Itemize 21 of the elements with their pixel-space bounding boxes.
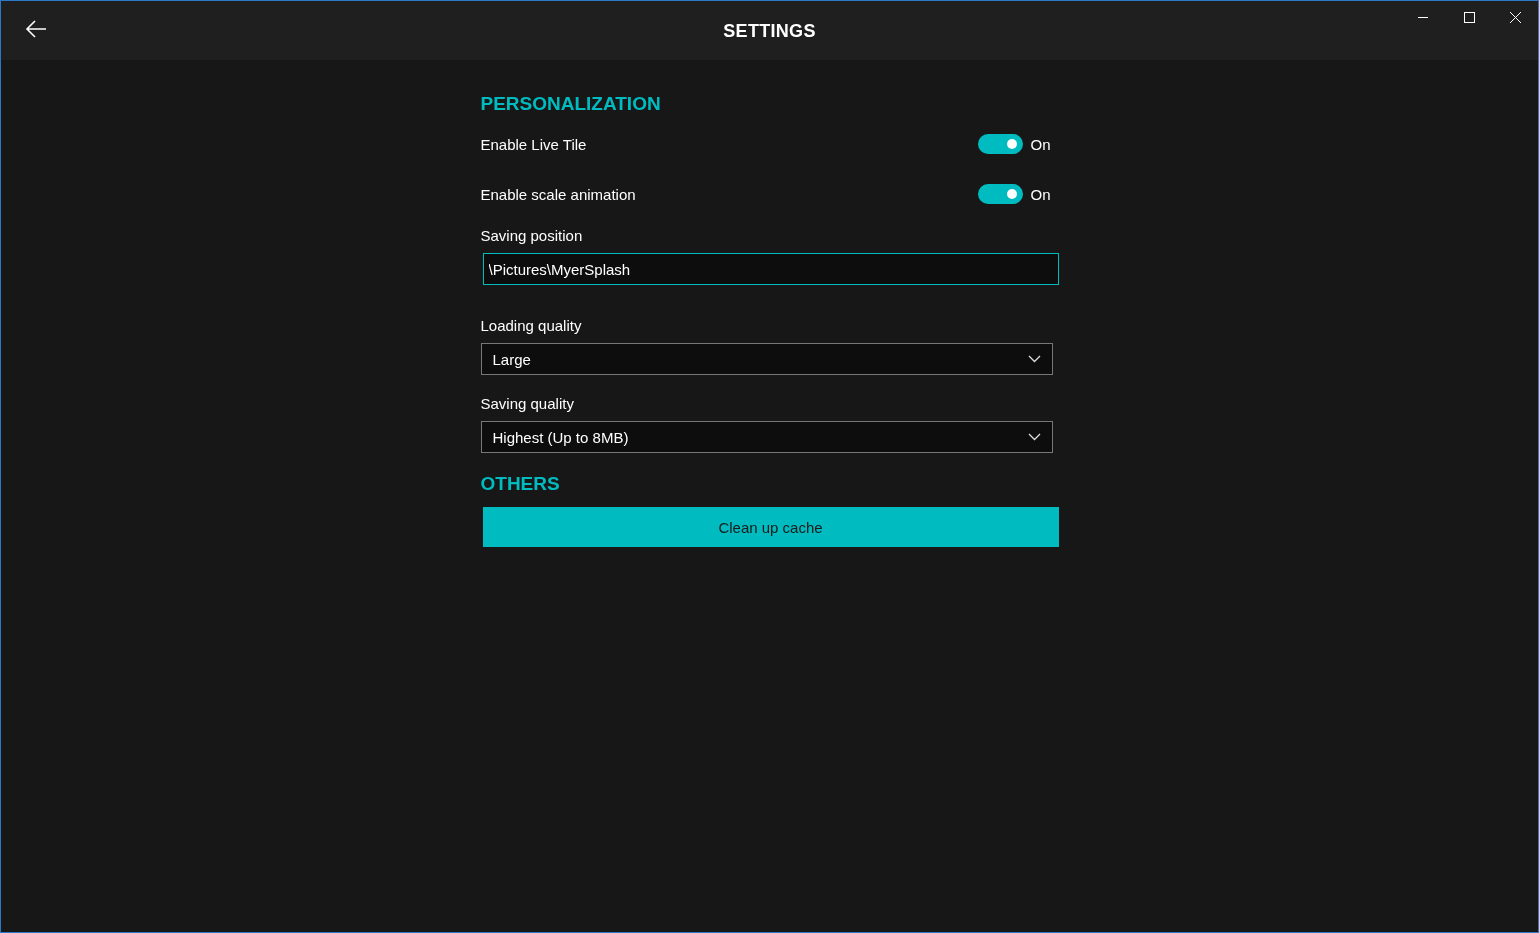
chevron-down-icon <box>1027 355 1041 363</box>
section-heading: PERSONALIZATION <box>480 93 662 116</box>
field-label: Saving quality <box>480 395 575 414</box>
close-icon <box>1509 11 1521 23</box>
window-title: SETTINGS <box>723 21 816 42</box>
maximize-icon <box>1463 11 1475 23</box>
back-arrow-icon <box>25 19 47 38</box>
setting-label: Enable scale animation <box>480 185 636 203</box>
clean-cache-button[interactable]: Clean up cache <box>482 507 1059 547</box>
toggle-state: On <box>1030 185 1051 203</box>
toggle-state: On <box>1030 135 1051 153</box>
toggle-switch[interactable] <box>977 134 1023 154</box>
dropdown[interactable]: Large <box>480 343 1053 375</box>
toggle-switch[interactable] <box>977 184 1023 204</box>
input-field[interactable]: \Pictures\MyerSplash <box>482 253 1059 285</box>
field-label: Loading quality <box>480 317 583 336</box>
chevron-down-icon <box>1027 433 1041 441</box>
section-heading: OTHERS <box>480 473 561 496</box>
field-label: Saving position <box>480 227 584 246</box>
dropdown[interactable]: Highest (Up to 8MB) <box>480 421 1053 453</box>
setting-label: Enable Live Tile <box>480 135 587 153</box>
